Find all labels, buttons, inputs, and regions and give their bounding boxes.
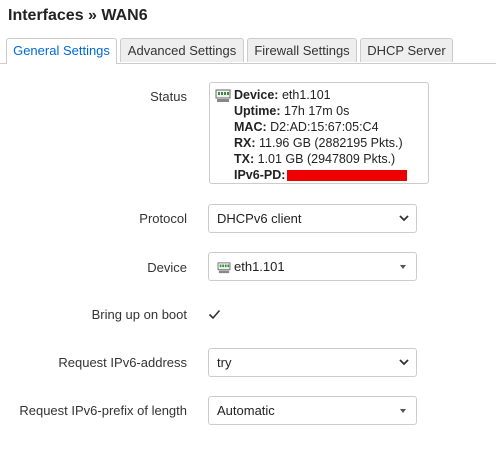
status-device-key: Device: — [234, 88, 279, 102]
caret-down-icon — [400, 409, 406, 413]
chevron-down-icon — [399, 215, 409, 222]
status-uptime-key: Uptime: — [234, 104, 281, 118]
tab-bar: General Settings Advanced Settings Firew… — [0, 38, 496, 64]
bring-up-on-boot-checkbox[interactable] — [207, 307, 222, 322]
request-prefix-select[interactable]: Automatic — [208, 396, 417, 425]
request-address-label: Request IPv6-address — [58, 355, 187, 370]
protocol-value: DHCPv6 client — [217, 211, 302, 226]
network-port-icon — [217, 261, 231, 273]
status-mac-key: MAC: — [234, 120, 267, 134]
caret-down-icon — [400, 265, 406, 269]
status-rx-value: 11.96 GB (2882195 Pkts.) — [259, 136, 403, 150]
status-tx-key: TX: — [234, 152, 255, 166]
protocol-select[interactable]: DHCPv6 client — [208, 204, 417, 233]
status-label: Status — [150, 89, 187, 104]
redaction-bar — [287, 170, 408, 182]
status-box: Device: eth1.101 Uptime: 17h 17m 0s MAC:… — [209, 82, 429, 184]
network-port-icon — [215, 89, 231, 102]
status-mac-value: D2:AD:15:67:05:C4 — [270, 120, 379, 134]
status-tx-value: 1.01 GB (2947809 Pkts.) — [257, 152, 396, 166]
tab-advanced-settings[interactable]: Advanced Settings — [120, 38, 244, 62]
page-title: Interfaces » WAN6 — [8, 7, 148, 24]
status-ipv6-pd-key: IPv6-PD: — [234, 168, 286, 182]
request-prefix-label: Request IPv6-prefix of length — [19, 403, 187, 418]
status-rx-key: RX: — [234, 136, 256, 150]
status-details: Device: eth1.101 Uptime: 17h 17m 0s MAC:… — [234, 87, 408, 183]
tab-firewall-settings[interactable]: Firewall Settings — [247, 38, 357, 62]
request-address-value: try — [217, 355, 232, 370]
device-label: Device — [147, 260, 187, 275]
device-select[interactable]: eth1.101 — [208, 252, 417, 281]
chevron-down-icon — [399, 359, 409, 366]
request-prefix-value: Automatic — [217, 403, 275, 418]
status-uptime-value: 17h 17m 0s — [284, 104, 350, 118]
boot-label: Bring up on boot — [91, 307, 187, 322]
protocol-label: Protocol — [139, 211, 187, 226]
device-value: eth1.101 — [234, 259, 285, 274]
request-address-select[interactable]: try — [208, 348, 417, 377]
tab-general-settings[interactable]: General Settings — [6, 38, 117, 64]
tab-dhcp-server[interactable]: DHCP Server — [360, 38, 453, 62]
status-device-value: eth1.101 — [281, 88, 331, 102]
